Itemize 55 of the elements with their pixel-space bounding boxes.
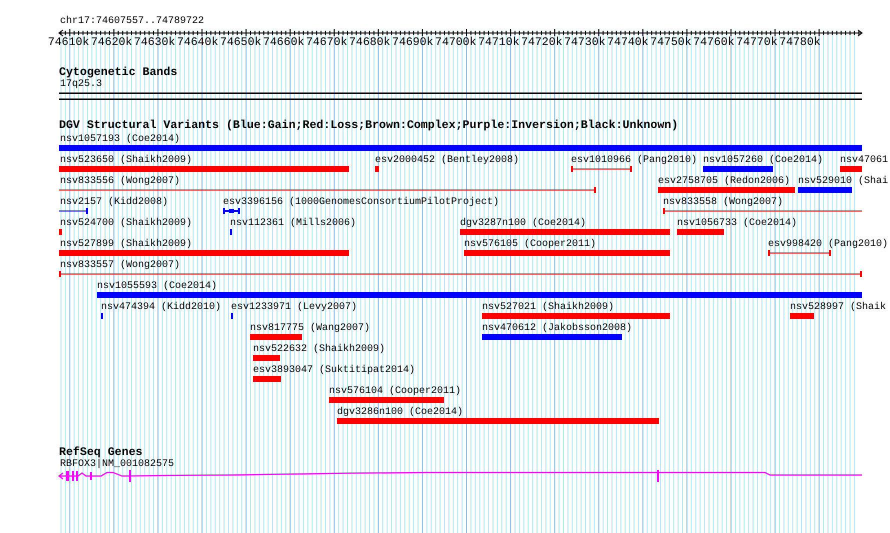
- tick-label: 74720k: [521, 37, 563, 49]
- tick-label: 74760k: [693, 37, 735, 49]
- tick-label: 74740k: [607, 37, 649, 49]
- variant-label: nsv833556 (Wong2007): [60, 176, 180, 187]
- tick-label: 74630k: [134, 37, 176, 49]
- tick-label: 74670k: [306, 37, 348, 49]
- tick-label: 74690k: [392, 37, 434, 49]
- variant-label: dgv3287n100 (Coe2014): [460, 218, 586, 229]
- tick-label: 74650k: [220, 37, 262, 49]
- variant-label: esv1233971 (Levy2007): [231, 302, 358, 313]
- tick-label: 74610k: [48, 37, 90, 49]
- tick-label: 74680k: [349, 37, 390, 49]
- track-title: RefSeq Genes: [59, 447, 142, 459]
- tick-label: 74710k: [478, 37, 520, 49]
- band-label: 17q25.3: [60, 79, 102, 91]
- variant-label: nsv576104 (Cooper2011): [329, 386, 462, 397]
- gene-label: RBFOX3|NM_001082575: [60, 459, 174, 470]
- tick-label: 74640k: [176, 37, 218, 49]
- tick-label: 74620k: [90, 37, 132, 49]
- variant-label: esv1010966 (Pang2010): [571, 155, 698, 166]
- variant-label: nsv470612 (Jakobsson2008): [482, 323, 632, 334]
- region-label: chr17:74607557..74789722: [60, 16, 204, 28]
- variant-label: nsv522632 (Shaikh2009): [253, 344, 386, 355]
- variant-label: nsv1057260 (Coe2014): [703, 155, 824, 166]
- track-title: DGV Structural Variants (Blue:Gain;Red:Loss;Brown:Complex;Purple:Inversion;Black:Unknown): [59, 120, 678, 132]
- variant-label: esv998420 (Pang2010): [768, 239, 888, 250]
- variant-label: nsv528997 (Shaik: [790, 302, 886, 313]
- variant-label: nsv817775 (Wang2007): [250, 323, 370, 334]
- variant-label: nsv529010 (Shai: [798, 176, 888, 187]
- variant-label: nsv524700 (Shaikh2009): [60, 218, 192, 229]
- variant-label: nsv1056733 (Coe2014): [677, 218, 798, 229]
- variant-label: nsv2157 (Kidd2008): [60, 197, 168, 208]
- tick-label: 74780k: [779, 37, 821, 49]
- variant-label: esv2758705 (Redon2006): [658, 176, 790, 187]
- variant-label: esv2000452 (Bentley2008): [375, 155, 520, 166]
- variant-label: nsv112361 (Mills2006): [230, 218, 356, 229]
- variant-label: nsv523650 (Shaikh2009): [60, 155, 192, 166]
- track-title: Cytogenetic Bands: [59, 67, 178, 79]
- variant-label: nsv474394 (Kidd2010): [101, 302, 222, 313]
- tick-label: 74770k: [736, 37, 778, 49]
- variant-label: esv3893047 (Suktitipat2014): [253, 365, 416, 376]
- tick-label: 74730k: [564, 37, 606, 49]
- tick-label: 74750k: [650, 37, 692, 49]
- variant-label: nsv527021 (Shaikh2009): [482, 302, 614, 313]
- tick-label: 74660k: [262, 37, 304, 49]
- variant-label: nsv47061: [840, 155, 888, 166]
- variant-label: dgv3286n100 (Coe2014): [337, 407, 464, 418]
- variant-label: nsv527899 (Shaikh2009): [60, 239, 192, 250]
- variant-label: esv3396156 (1000GenomesConsortiumPilotProject): [223, 197, 500, 208]
- variant-label: nsv833557 (Wong2007): [60, 260, 180, 271]
- variant-label: nsv833558 (Wong2007): [663, 197, 784, 208]
- variant-label: nsv1055593 (Coe2014): [97, 281, 218, 292]
- variant-label: nsv576105 (Cooper2011): [464, 239, 596, 250]
- tick-label: 74700k: [435, 37, 476, 49]
- variant-label: nsv1057193 (Coe2014): [60, 134, 180, 145]
